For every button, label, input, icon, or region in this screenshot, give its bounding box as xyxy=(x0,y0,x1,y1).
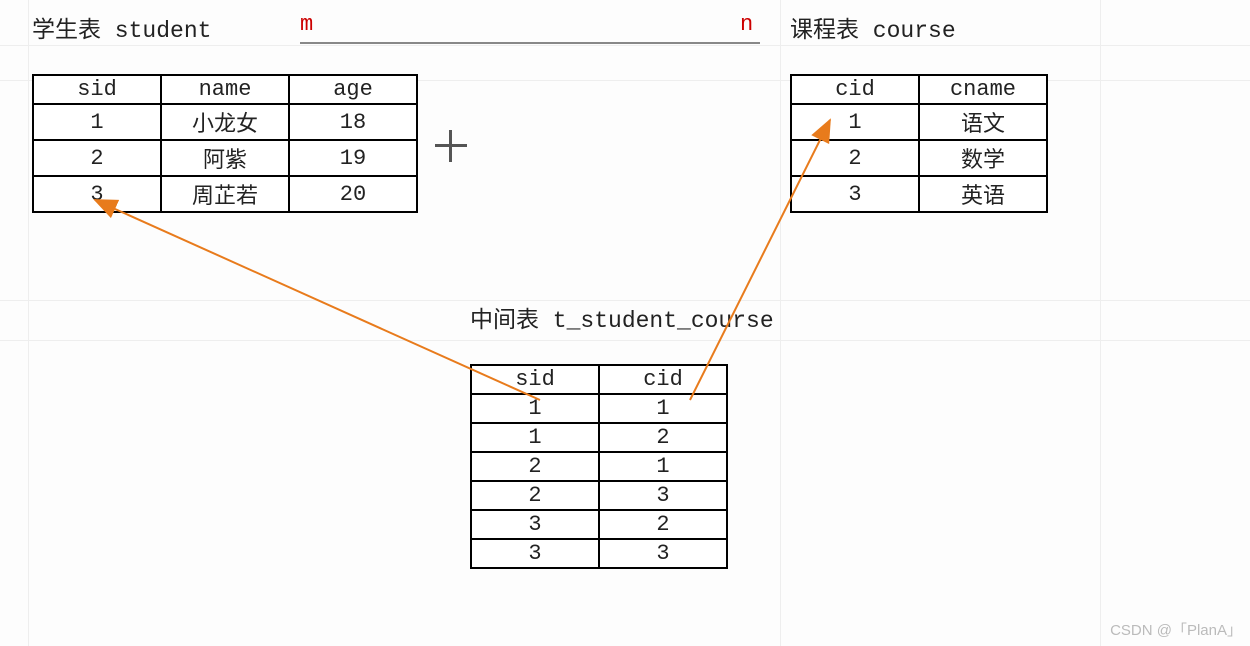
table-row: 33 xyxy=(471,539,727,568)
table-header-row: cid cname xyxy=(791,75,1047,104)
table-row: 1语文 xyxy=(791,104,1047,140)
table-row: 2阿紫19 xyxy=(33,140,417,176)
col-header: cid xyxy=(599,365,727,394)
table-row: 3英语 xyxy=(791,176,1047,212)
course-table-panel: 课程表 course cid cname 1语文 2数学 3英语 xyxy=(790,10,1048,213)
student-table-panel: 学生表 student sid name age 1小龙女18 2阿紫19 3周… xyxy=(32,10,418,213)
watermark: CSDN @「PlanA」 xyxy=(1110,619,1242,640)
table-row: 11 xyxy=(471,394,727,423)
col-header: sid xyxy=(471,365,599,394)
col-header: cname xyxy=(919,75,1047,104)
table-row: 32 xyxy=(471,510,727,539)
student-table: sid name age 1小龙女18 2阿紫19 3周芷若20 xyxy=(32,74,418,213)
link-table: sid cid 11 12 21 23 32 33 xyxy=(470,364,728,569)
col-header: cid xyxy=(791,75,919,104)
table-row: 23 xyxy=(471,481,727,510)
table-row: 12 xyxy=(471,423,727,452)
table-row: 2数学 xyxy=(791,140,1047,176)
link-table-title: 中间表 t_student_course xyxy=(470,300,774,334)
table-row: 3周芷若20 xyxy=(33,176,417,212)
course-table: cid cname 1语文 2数学 3英语 xyxy=(790,74,1048,213)
table-row: 1小龙女18 xyxy=(33,104,417,140)
table-row: 21 xyxy=(471,452,727,481)
student-table-title: 学生表 student xyxy=(32,10,418,44)
col-header: sid xyxy=(33,75,161,104)
course-table-title: 课程表 course xyxy=(790,10,1048,44)
link-table-panel: 中间表 t_student_course sid cid 11 12 21 23… xyxy=(470,300,774,569)
col-header: age xyxy=(289,75,417,104)
cursor-crosshair-icon xyxy=(435,130,467,162)
table-header-row: sid cid xyxy=(471,365,727,394)
cardinality-n-label: n xyxy=(740,12,753,37)
table-header-row: sid name age xyxy=(33,75,417,104)
col-header: name xyxy=(161,75,289,104)
